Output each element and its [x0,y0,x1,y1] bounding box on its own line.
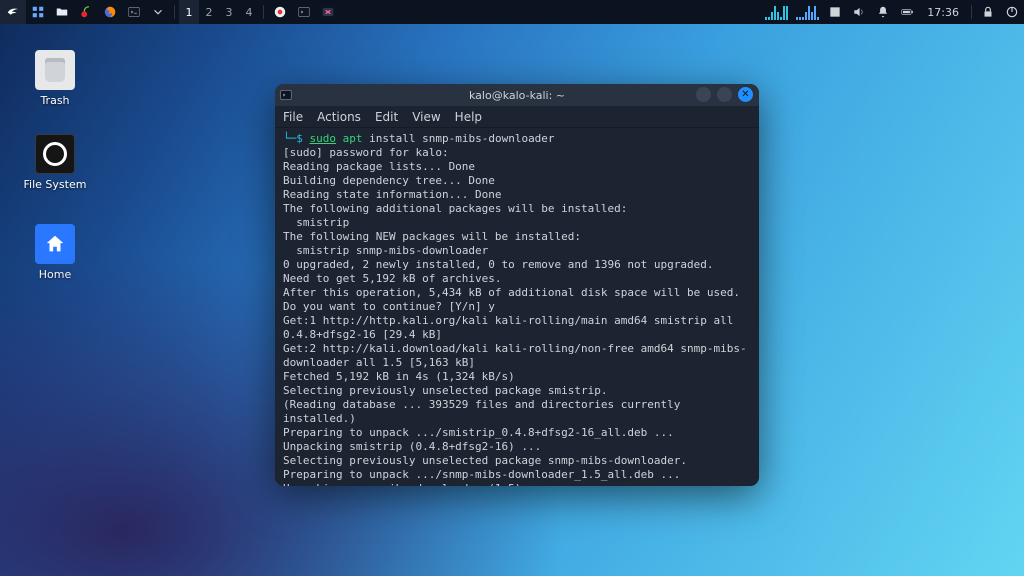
menu-view[interactable]: View [412,110,440,124]
window-maximize-button[interactable] [717,87,732,102]
lock-screen[interactable] [976,0,1000,24]
menu-help[interactable]: Help [455,110,482,124]
terminal-body[interactable]: └─$ sudo apt install snmp-mibs-downloade… [275,128,759,486]
separator [971,5,972,19]
menu-file[interactable]: File [283,110,303,124]
desktop-icon-label: File System [18,178,92,191]
terminal-launcher[interactable] [122,0,146,24]
panel-more[interactable] [146,0,170,24]
chevron-down-icon [151,5,165,19]
tray-record[interactable] [823,0,847,24]
notifications[interactable] [871,0,895,24]
menu-edit[interactable]: Edit [375,110,398,124]
trash-icon [35,50,75,90]
separator [174,5,175,19]
terminal-icon [127,5,141,19]
cherry-icon [79,5,93,19]
desktop-icon-label: Trash [18,94,92,107]
workspace-3[interactable]: 3 [219,0,239,24]
taskbar-app[interactable] [316,0,340,24]
firefox-icon [103,5,117,19]
desktop-trash[interactable]: Trash [18,50,92,107]
workspace-1[interactable]: 1 [179,0,199,24]
cherrytree-button[interactable] [74,0,98,24]
panel-app-1[interactable] [26,0,50,24]
terminal-icon [279,88,293,102]
grid-icon [31,5,45,19]
terminal-icon [297,5,311,19]
top-panel: 1 2 3 4 17:36 [0,0,1024,24]
record-icon [828,5,842,19]
power-menu[interactable] [1000,0,1024,24]
taskbar-recorder[interactable] [268,0,292,24]
firefox-button[interactable] [98,0,122,24]
battery-icon [900,5,914,19]
lock-icon [981,5,995,19]
desktop-icon-label: Home [18,268,92,281]
window-title: kalo@kalo-kali: ~ [275,89,759,102]
clock[interactable]: 17:36 [919,6,967,19]
window-minimize-button[interactable] [696,87,711,102]
workspace-2[interactable]: 2 [199,0,219,24]
folder-icon [55,5,69,19]
menu-actions[interactable]: Actions [317,110,361,124]
window-close-icon [321,5,335,19]
separator [263,5,264,19]
home-icon [35,224,75,264]
app-launcher[interactable] [0,0,26,24]
speaker-icon [852,5,866,19]
window-titlebar[interactable]: kalo@kalo-kali: ~ [275,84,759,106]
workspace-4[interactable]: 4 [239,0,259,24]
desktop-filesystem[interactable]: File System [18,134,92,191]
terminal-window: kalo@kalo-kali: ~ File Actions Edit View… [275,84,759,486]
power-icon [1005,5,1019,19]
window-close-button[interactable] [738,87,753,102]
net-graph[interactable] [792,4,823,20]
disk-icon [35,134,75,174]
volume-control[interactable] [847,0,871,24]
desktop-home[interactable]: Home [18,224,92,281]
titlebar-app-icon [275,88,297,102]
battery-indicator[interactable] [895,0,919,24]
cpu-graph[interactable] [761,4,792,20]
window-menubar: File Actions Edit View Help [275,106,759,128]
recorder-icon [273,5,287,19]
file-manager-button[interactable] [50,0,74,24]
bell-icon [876,5,890,19]
taskbar-terminal[interactable] [292,0,316,24]
kali-dragon-icon [6,5,20,19]
